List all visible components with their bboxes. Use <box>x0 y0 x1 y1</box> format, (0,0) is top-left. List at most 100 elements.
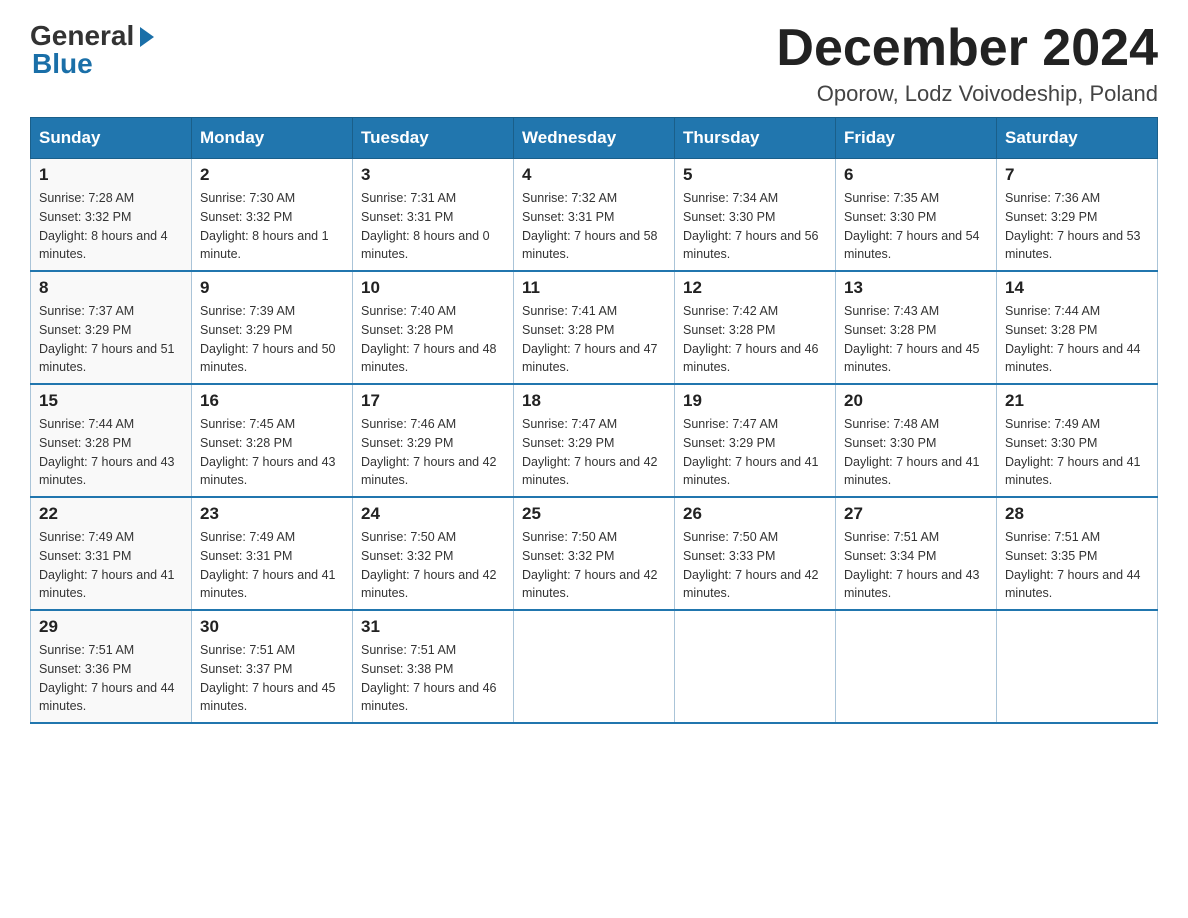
day-cell: 7 Sunrise: 7:36 AMSunset: 3:29 PMDayligh… <box>997 159 1158 272</box>
day-info: Sunrise: 7:34 AMSunset: 3:30 PMDaylight:… <box>683 189 827 264</box>
logo: General Blue <box>30 20 154 80</box>
day-info: Sunrise: 7:30 AMSunset: 3:32 PMDaylight:… <box>200 189 344 264</box>
week-row-1: 1 Sunrise: 7:28 AMSunset: 3:32 PMDayligh… <box>31 159 1158 272</box>
day-number: 13 <box>844 278 988 298</box>
day-number: 26 <box>683 504 827 524</box>
day-cell: 10 Sunrise: 7:40 AMSunset: 3:28 PMDaylig… <box>353 271 514 384</box>
day-cell <box>675 610 836 723</box>
calendar-header-row: SundayMondayTuesdayWednesdayThursdayFrid… <box>31 118 1158 159</box>
calendar-table: SundayMondayTuesdayWednesdayThursdayFrid… <box>30 117 1158 724</box>
day-info: Sunrise: 7:35 AMSunset: 3:30 PMDaylight:… <box>844 189 988 264</box>
day-info: Sunrise: 7:49 AMSunset: 3:31 PMDaylight:… <box>39 528 183 603</box>
day-info: Sunrise: 7:51 AMSunset: 3:36 PMDaylight:… <box>39 641 183 716</box>
day-number: 2 <box>200 165 344 185</box>
day-cell: 4 Sunrise: 7:32 AMSunset: 3:31 PMDayligh… <box>514 159 675 272</box>
col-header-wednesday: Wednesday <box>514 118 675 159</box>
day-number: 22 <box>39 504 183 524</box>
day-number: 4 <box>522 165 666 185</box>
day-number: 16 <box>200 391 344 411</box>
month-title: December 2024 <box>776 20 1158 77</box>
day-info: Sunrise: 7:44 AMSunset: 3:28 PMDaylight:… <box>1005 302 1149 377</box>
day-cell: 21 Sunrise: 7:49 AMSunset: 3:30 PMDaylig… <box>997 384 1158 497</box>
day-number: 31 <box>361 617 505 637</box>
day-info: Sunrise: 7:41 AMSunset: 3:28 PMDaylight:… <box>522 302 666 377</box>
day-info: Sunrise: 7:48 AMSunset: 3:30 PMDaylight:… <box>844 415 988 490</box>
day-info: Sunrise: 7:51 AMSunset: 3:38 PMDaylight:… <box>361 641 505 716</box>
day-info: Sunrise: 7:37 AMSunset: 3:29 PMDaylight:… <box>39 302 183 377</box>
day-info: Sunrise: 7:50 AMSunset: 3:33 PMDaylight:… <box>683 528 827 603</box>
day-cell: 13 Sunrise: 7:43 AMSunset: 3:28 PMDaylig… <box>836 271 997 384</box>
title-block: December 2024 Oporow, Lodz Voivodeship, … <box>776 20 1158 107</box>
day-cell: 31 Sunrise: 7:51 AMSunset: 3:38 PMDaylig… <box>353 610 514 723</box>
col-header-sunday: Sunday <box>31 118 192 159</box>
week-row-3: 15 Sunrise: 7:44 AMSunset: 3:28 PMDaylig… <box>31 384 1158 497</box>
day-number: 14 <box>1005 278 1149 298</box>
day-number: 6 <box>844 165 988 185</box>
day-cell <box>514 610 675 723</box>
col-header-monday: Monday <box>192 118 353 159</box>
day-info: Sunrise: 7:51 AMSunset: 3:34 PMDaylight:… <box>844 528 988 603</box>
day-info: Sunrise: 7:47 AMSunset: 3:29 PMDaylight:… <box>522 415 666 490</box>
day-number: 24 <box>361 504 505 524</box>
day-cell: 22 Sunrise: 7:49 AMSunset: 3:31 PMDaylig… <box>31 497 192 610</box>
day-cell: 16 Sunrise: 7:45 AMSunset: 3:28 PMDaylig… <box>192 384 353 497</box>
day-number: 8 <box>39 278 183 298</box>
page-header: General Blue December 2024 Oporow, Lodz … <box>30 20 1158 107</box>
day-number: 29 <box>39 617 183 637</box>
day-number: 5 <box>683 165 827 185</box>
day-number: 30 <box>200 617 344 637</box>
day-number: 23 <box>200 504 344 524</box>
day-number: 25 <box>522 504 666 524</box>
day-number: 3 <box>361 165 505 185</box>
col-header-friday: Friday <box>836 118 997 159</box>
day-cell: 20 Sunrise: 7:48 AMSunset: 3:30 PMDaylig… <box>836 384 997 497</box>
day-number: 12 <box>683 278 827 298</box>
day-number: 21 <box>1005 391 1149 411</box>
location-subtitle: Oporow, Lodz Voivodeship, Poland <box>776 81 1158 107</box>
day-info: Sunrise: 7:39 AMSunset: 3:29 PMDaylight:… <box>200 302 344 377</box>
day-number: 7 <box>1005 165 1149 185</box>
day-cell: 1 Sunrise: 7:28 AMSunset: 3:32 PMDayligh… <box>31 159 192 272</box>
day-cell: 9 Sunrise: 7:39 AMSunset: 3:29 PMDayligh… <box>192 271 353 384</box>
day-cell: 6 Sunrise: 7:35 AMSunset: 3:30 PMDayligh… <box>836 159 997 272</box>
day-number: 17 <box>361 391 505 411</box>
day-number: 28 <box>1005 504 1149 524</box>
day-number: 19 <box>683 391 827 411</box>
day-info: Sunrise: 7:44 AMSunset: 3:28 PMDaylight:… <box>39 415 183 490</box>
day-info: Sunrise: 7:47 AMSunset: 3:29 PMDaylight:… <box>683 415 827 490</box>
day-info: Sunrise: 7:49 AMSunset: 3:31 PMDaylight:… <box>200 528 344 603</box>
day-info: Sunrise: 7:50 AMSunset: 3:32 PMDaylight:… <box>361 528 505 603</box>
col-header-tuesday: Tuesday <box>353 118 514 159</box>
day-number: 15 <box>39 391 183 411</box>
day-cell: 8 Sunrise: 7:37 AMSunset: 3:29 PMDayligh… <box>31 271 192 384</box>
day-cell: 23 Sunrise: 7:49 AMSunset: 3:31 PMDaylig… <box>192 497 353 610</box>
day-info: Sunrise: 7:51 AMSunset: 3:37 PMDaylight:… <box>200 641 344 716</box>
day-number: 27 <box>844 504 988 524</box>
day-number: 20 <box>844 391 988 411</box>
day-cell: 30 Sunrise: 7:51 AMSunset: 3:37 PMDaylig… <box>192 610 353 723</box>
day-cell: 26 Sunrise: 7:50 AMSunset: 3:33 PMDaylig… <box>675 497 836 610</box>
day-cell: 3 Sunrise: 7:31 AMSunset: 3:31 PMDayligh… <box>353 159 514 272</box>
day-number: 18 <box>522 391 666 411</box>
day-info: Sunrise: 7:49 AMSunset: 3:30 PMDaylight:… <box>1005 415 1149 490</box>
day-cell <box>997 610 1158 723</box>
logo-arrow-icon <box>140 27 154 47</box>
day-info: Sunrise: 7:45 AMSunset: 3:28 PMDaylight:… <box>200 415 344 490</box>
col-header-thursday: Thursday <box>675 118 836 159</box>
day-info: Sunrise: 7:32 AMSunset: 3:31 PMDaylight:… <box>522 189 666 264</box>
day-cell: 27 Sunrise: 7:51 AMSunset: 3:34 PMDaylig… <box>836 497 997 610</box>
day-cell: 19 Sunrise: 7:47 AMSunset: 3:29 PMDaylig… <box>675 384 836 497</box>
day-info: Sunrise: 7:42 AMSunset: 3:28 PMDaylight:… <box>683 302 827 377</box>
week-row-2: 8 Sunrise: 7:37 AMSunset: 3:29 PMDayligh… <box>31 271 1158 384</box>
logo-blue-text: Blue <box>30 48 93 80</box>
col-header-saturday: Saturday <box>997 118 1158 159</box>
day-cell: 29 Sunrise: 7:51 AMSunset: 3:36 PMDaylig… <box>31 610 192 723</box>
day-cell: 5 Sunrise: 7:34 AMSunset: 3:30 PMDayligh… <box>675 159 836 272</box>
day-info: Sunrise: 7:51 AMSunset: 3:35 PMDaylight:… <box>1005 528 1149 603</box>
day-info: Sunrise: 7:50 AMSunset: 3:32 PMDaylight:… <box>522 528 666 603</box>
day-info: Sunrise: 7:40 AMSunset: 3:28 PMDaylight:… <box>361 302 505 377</box>
day-number: 10 <box>361 278 505 298</box>
day-cell: 18 Sunrise: 7:47 AMSunset: 3:29 PMDaylig… <box>514 384 675 497</box>
day-number: 9 <box>200 278 344 298</box>
week-row-4: 22 Sunrise: 7:49 AMSunset: 3:31 PMDaylig… <box>31 497 1158 610</box>
